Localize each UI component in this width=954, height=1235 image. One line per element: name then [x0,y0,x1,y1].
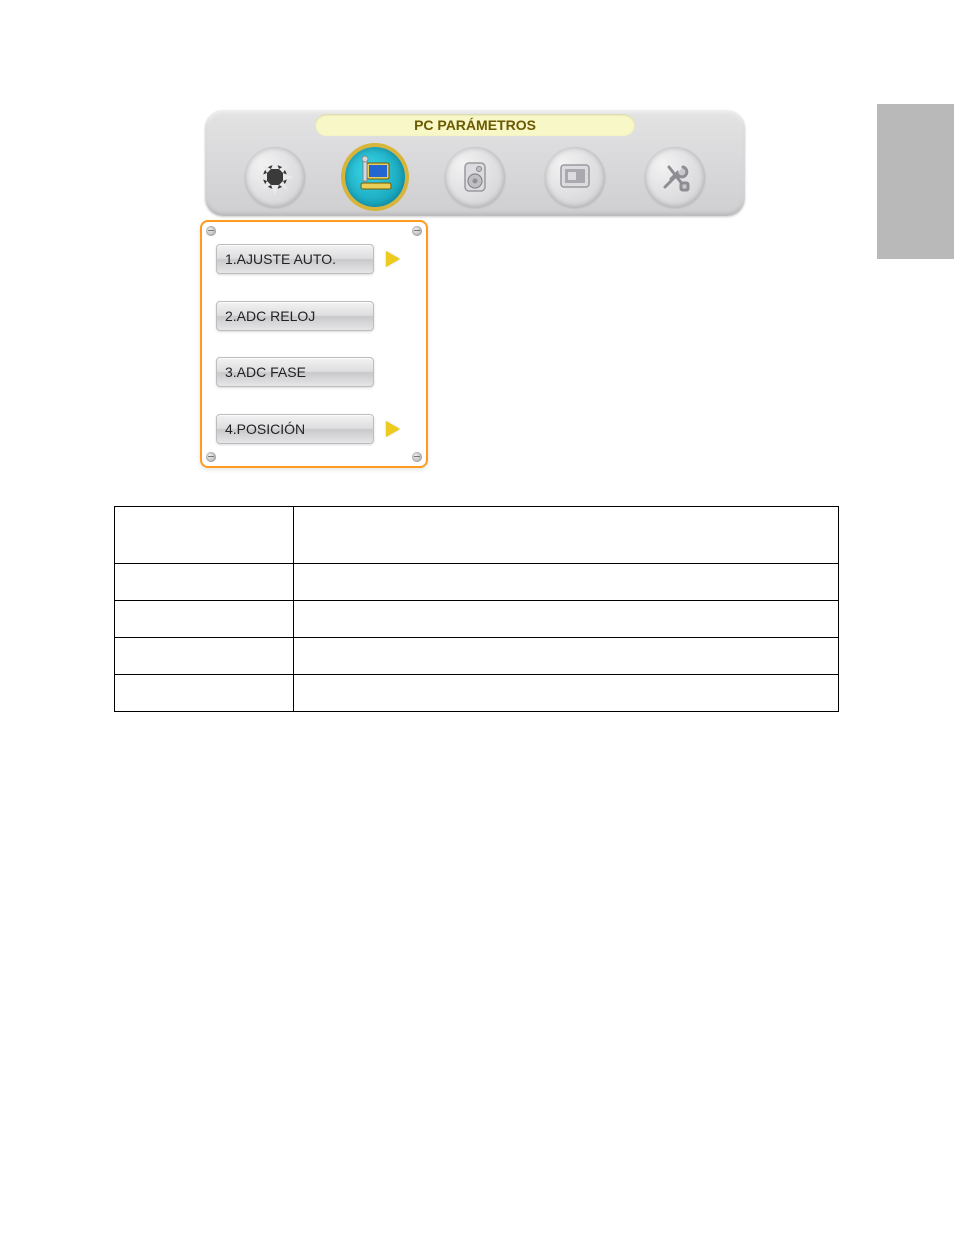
submenu-label: 4.POSICIÓN [225,421,305,437]
tab-tools[interactable] [645,147,705,207]
submenu-button[interactable]: 2.ADC RELOJ [216,301,374,331]
submenu-label: 1.AJUSTE AUTO. [225,251,336,267]
table-cell [294,601,839,638]
screw-icon [206,452,216,462]
screw-icon [412,226,422,236]
side-panel [877,104,954,259]
table-cell [294,675,839,712]
submenu-button[interactable]: 4.POSICIÓN [216,414,374,444]
tab-gear[interactable] [245,147,305,207]
table-cell [294,507,839,564]
table-row [115,601,839,638]
submenu-item-adc-reloj[interactable]: 2.ADC RELOJ [216,299,412,333]
main-toolbar: PC PARÁMETROS [205,110,745,216]
submenu-button[interactable]: 1.AJUSTE AUTO. [216,244,374,274]
table-cell [115,507,294,564]
table-row [115,507,839,564]
page-title-label: PC PARÁMETROS [414,117,536,133]
tab-pc[interactable] [345,147,405,207]
description-table [114,506,839,712]
table-cell [294,564,839,601]
table-row [115,675,839,712]
screw-icon [412,452,422,462]
submenu-label: 2.ADC RELOJ [225,308,315,324]
table-cell [115,601,294,638]
table-cell [294,638,839,675]
tab-display[interactable] [545,147,605,207]
pc-icon [353,155,397,199]
screw-icon [206,226,216,236]
gear-icon [253,155,297,199]
submenu-item-posicion[interactable]: 4.POSICIÓN [216,412,412,446]
table-row [115,638,839,675]
submenu-panel: 1.AJUSTE AUTO. 2.ADC RELOJ 3.ADC FASE 4.… [200,220,428,468]
page-title: PC PARÁMETROS [315,114,635,136]
submenu-item-adc-fase[interactable]: 3.ADC FASE [216,355,412,389]
display-icon [553,155,597,199]
table-cell [115,675,294,712]
table-cell [115,638,294,675]
table-row [115,564,839,601]
chevron-right-icon [386,421,400,437]
submenu-item-ajuste-auto[interactable]: 1.AJUSTE AUTO. [216,242,412,276]
tabs-row [205,144,745,210]
table-cell [115,564,294,601]
speaker-icon [453,155,497,199]
submenu-list: 1.AJUSTE AUTO. 2.ADC RELOJ 3.ADC FASE 4.… [216,242,412,446]
tools-icon [653,155,697,199]
submenu-button[interactable]: 3.ADC FASE [216,357,374,387]
submenu-label: 3.ADC FASE [225,364,306,380]
chevron-right-icon [386,251,400,267]
tab-speaker[interactable] [445,147,505,207]
